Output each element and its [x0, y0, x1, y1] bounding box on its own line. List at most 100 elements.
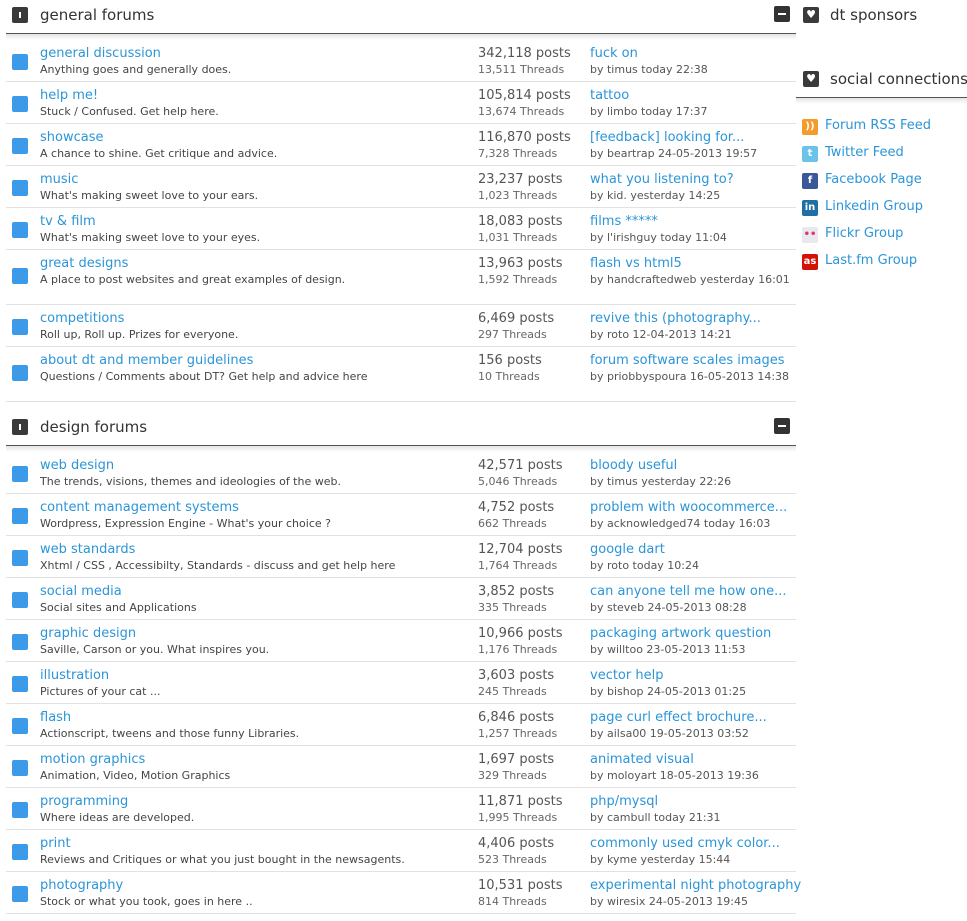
forum-title-link[interactable]: about dt and member guidelines	[40, 353, 253, 368]
forum-title-link[interactable]: graphic design	[40, 626, 136, 641]
social-link-twitter[interactable]: t Twitter Feed	[796, 143, 967, 170]
last-post-author: by willtoo 23-05-2013 11:53	[590, 643, 746, 656]
forum-row[interactable]: general discussion Anything goes and gene…	[6, 40, 796, 82]
last-post-link[interactable]: commonly used cmyk color...	[590, 836, 780, 851]
forum-title-link[interactable]: great designs	[40, 256, 128, 271]
forum-description: Questions / Comments about DT? Get help …	[40, 370, 368, 383]
forum-row[interactable]: web standards Xhtml / CSS , Accessibilty,…	[6, 536, 796, 578]
last-post-author: by handcraftedweb yesterday 16:01	[590, 273, 790, 286]
forum-row[interactable]: music What's making sweet love to your ea…	[6, 166, 796, 208]
thread-count: 10 Threads	[478, 370, 540, 383]
forum-row[interactable]: social media Social sites and Application…	[6, 578, 796, 620]
social-link-label[interactable]: Facebook Page	[825, 172, 922, 187]
forum-title-link[interactable]: flash	[40, 710, 71, 725]
post-count: 12,704 posts	[478, 542, 563, 557]
forum-title-link[interactable]: tv & film	[40, 214, 96, 229]
last-post-link[interactable]: can anyone tell me how one...	[590, 584, 787, 599]
forum-title-link[interactable]: general discussion	[40, 46, 161, 61]
forum-title-link[interactable]: web standards	[40, 542, 135, 557]
forum-row[interactable]: showcase A chance to shine. Get critique …	[6, 124, 796, 166]
forum-title-link[interactable]: print	[40, 836, 71, 851]
forum-row[interactable]: web design The trends, visions, themes an…	[6, 452, 796, 494]
last-post-link[interactable]: [feedback] looking for...	[590, 130, 744, 145]
flickr-icon: ••	[802, 227, 818, 243]
last-post-link[interactable]: packaging artwork question	[590, 626, 771, 641]
last-post-link[interactable]: experimental night photography	[590, 878, 801, 893]
last-post-link[interactable]: problem with woocommerce...	[590, 500, 787, 515]
social-link-label[interactable]: Linkedin Group	[825, 199, 923, 214]
forum-row[interactable]: help me! Stuck / Confused. Get help here.…	[6, 82, 796, 124]
last-post-author: by kyme yesterday 15:44	[590, 853, 731, 866]
forum-status-icon	[12, 222, 28, 238]
last-post-link[interactable]: google dart	[590, 542, 665, 557]
forum-title-link[interactable]: illustration	[40, 668, 109, 683]
last-post-author: by roto today 10:24	[590, 559, 700, 572]
forum-row[interactable]: tv & film What's making sweet love to you…	[6, 208, 796, 250]
sponsors-title: dt sponsors	[830, 6, 918, 24]
forum-title-link[interactable]: photography	[40, 878, 123, 893]
last-post-link[interactable]: bloody useful	[590, 458, 677, 473]
forum-row[interactable]: illustration Pictures of your cat ... 3,60…	[6, 662, 796, 704]
forum-title-link[interactable]: showcase	[40, 130, 103, 145]
social-link-rss[interactable]: )) Forum RSS Feed	[796, 116, 967, 143]
forum-row[interactable]: programming Where ideas are developed. 11,…	[6, 788, 796, 830]
forum-row[interactable]: competitions Roll up, Roll up. Prizes for…	[6, 305, 796, 347]
last-post-link[interactable]: fuck on	[590, 46, 638, 61]
collapse-icon[interactable]	[774, 418, 790, 434]
collapse-icon[interactable]	[774, 6, 790, 22]
forum-title-link[interactable]: social media	[40, 584, 122, 599]
heart-icon: ♥	[803, 7, 819, 23]
forum-description: Roll up, Roll up. Prizes for everyone.	[40, 328, 239, 341]
forum-row[interactable]: great designs A place to post websites an…	[6, 250, 796, 305]
social-link-label[interactable]: Flickr Group	[825, 226, 903, 241]
general-forums-header: general forums	[6, 0, 796, 34]
thread-count: 523 Threads	[478, 853, 547, 866]
forum-title-link[interactable]: help me!	[40, 88, 98, 103]
social-link-label[interactable]: Last.fm Group	[825, 253, 917, 268]
last-post-link[interactable]: flash vs html5	[590, 256, 682, 271]
post-count: 105,814 posts	[478, 88, 571, 103]
forum-title-link[interactable]: programming	[40, 794, 128, 809]
section-title: general forums	[40, 6, 155, 24]
forum-status-icon	[12, 466, 28, 482]
thread-count: 297 Threads	[478, 328, 547, 341]
last-post-link[interactable]: revive this (photography...	[590, 311, 761, 326]
forum-row[interactable]: flash Actionscript, tweens and those funn…	[6, 704, 796, 746]
forum-title-link[interactable]: motion graphics	[40, 752, 145, 767]
forum-description: A chance to shine. Get critique and advi…	[40, 147, 278, 160]
social-link-flickr[interactable]: •• Flickr Group	[796, 224, 967, 251]
forum-title-link[interactable]: web design	[40, 458, 114, 473]
forum-row[interactable]: content management systems Wordpress, Exp…	[6, 494, 796, 536]
last-post-link[interactable]: vector help	[590, 668, 663, 683]
last-post-link[interactable]: what you listening to?	[590, 172, 734, 187]
forum-description: Xhtml / CSS , Accessibilty, Standards - …	[40, 559, 396, 572]
forum-title-link[interactable]: content management systems	[40, 500, 239, 515]
social-link-lastfm[interactable]: as Last.fm Group	[796, 251, 967, 278]
category-icon	[12, 419, 28, 435]
forum-title-link[interactable]: competitions	[40, 311, 124, 326]
last-post-author: by timus today 22:38	[590, 63, 708, 76]
social-link-linkedin[interactable]: in Linkedin Group	[796, 197, 967, 224]
last-post-link[interactable]: page curl effect brochure...	[590, 710, 767, 725]
forum-row[interactable]: print Reviews and Critiques or what you j…	[6, 830, 796, 872]
forum-row[interactable]: motion graphics Animation, Video, Motion …	[6, 746, 796, 788]
forum-description: Stuck / Confused. Get help here.	[40, 105, 219, 118]
forum-row[interactable]: about dt and member guidelines Questions …	[6, 347, 796, 402]
social-link-facebook[interactable]: f Facebook Page	[796, 170, 967, 197]
last-post-author: by beartrap 24-05-2013 19:57	[590, 147, 758, 160]
last-post-link[interactable]: tattoo	[590, 88, 629, 103]
twitter-icon: t	[802, 146, 818, 162]
last-post-link[interactable]: films *****	[590, 214, 658, 229]
forum-title-link[interactable]: music	[40, 172, 78, 187]
last-post-link[interactable]: animated visual	[590, 752, 694, 767]
forum-status-icon	[12, 676, 28, 692]
last-post-link[interactable]: forum software scales images	[590, 353, 785, 368]
post-count: 42,571 posts	[478, 458, 563, 473]
thread-count: 13,674 Threads	[478, 105, 565, 118]
forum-row[interactable]: graphic design Saville, Carson or you. Wh…	[6, 620, 796, 662]
social-link-label[interactable]: Twitter Feed	[825, 145, 904, 160]
social-link-label[interactable]: Forum RSS Feed	[825, 118, 931, 133]
forum-row[interactable]: photography Stock or what you took, goes …	[6, 872, 801, 914]
last-post-link[interactable]: php/mysql	[590, 794, 658, 809]
forum-description: Social sites and Applications	[40, 601, 197, 614]
